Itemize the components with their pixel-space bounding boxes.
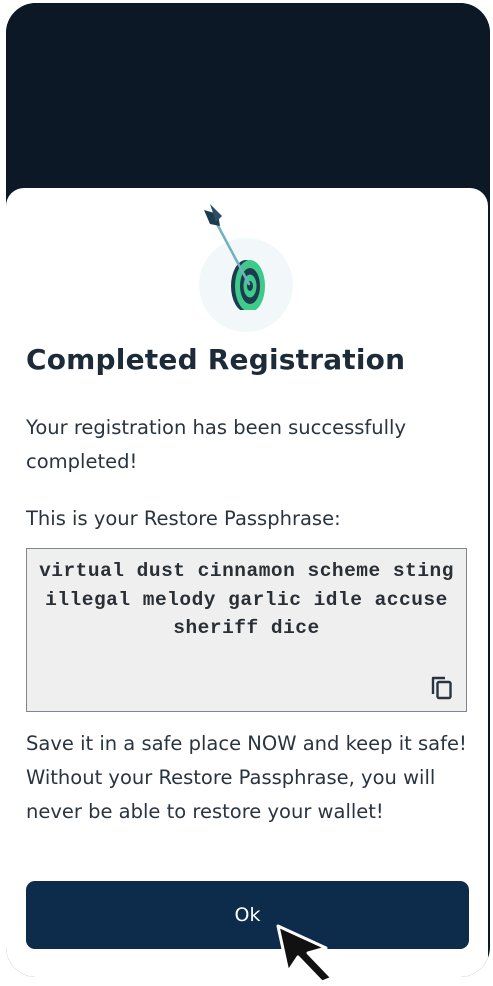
registration-dialog: Completed Registration Your registration… — [6, 188, 488, 977]
phone-screen: Completed Registration Your registration… — [6, 3, 490, 977]
warning-message: Save it in a safe place NOW and keep it … — [26, 732, 467, 823]
dialog-title: Completed Registration — [26, 343, 406, 376]
copy-icon[interactable] — [428, 673, 456, 701]
app-background — [6, 3, 490, 203]
success-message: Your registration has been successfully … — [26, 416, 407, 473]
ok-button[interactable]: Ok — [26, 881, 469, 949]
mouse-pointer-icon — [274, 922, 344, 984]
passphrase-intro: This is your Restore Passphrase: — [26, 507, 341, 530]
passphrase-box[interactable]: virtual dust cinnamon scheme sting illeg… — [26, 548, 467, 712]
target-arrow-icon — [194, 200, 304, 332]
passphrase-text[interactable]: virtual dust cinnamon scheme sting illeg… — [27, 557, 466, 643]
